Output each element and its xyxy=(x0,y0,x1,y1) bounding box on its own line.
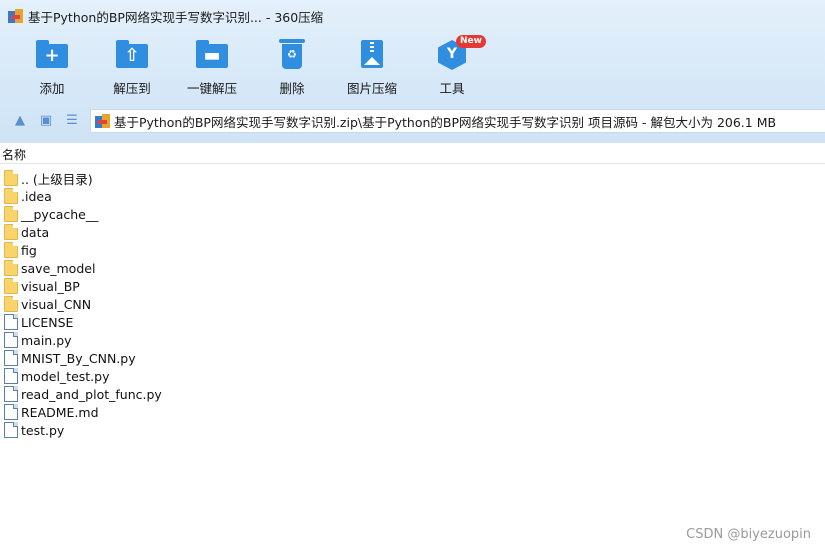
address-bar[interactable]: 基于Python的BP网络实现手写数字识别.zip\基于Python的BP网络实… xyxy=(90,109,825,133)
list-item-name: visual_CNN xyxy=(21,296,92,312)
title-bar: 基于Python的BP网络实现手写数字识别... - 360压缩 xyxy=(0,0,825,32)
folder-icon xyxy=(4,170,18,186)
new-badge: New xyxy=(456,35,486,48)
file-icon xyxy=(4,368,18,384)
list-item[interactable]: visual_BP xyxy=(4,277,404,295)
extract-to-folder-icon: ⇧ xyxy=(116,38,148,70)
list-item[interactable]: model_test.py xyxy=(4,367,404,385)
list-item-name: .idea xyxy=(21,188,52,204)
tools-button[interactable]: Y New 工具 xyxy=(412,34,492,98)
window-chrome: 基于Python的BP网络实现手写数字识别... - 360压缩 + 添加 ⇧ … xyxy=(0,0,825,143)
list-item-name: save_model xyxy=(21,260,96,276)
image-compress-label: 图片压缩 xyxy=(346,81,397,96)
file-icon xyxy=(4,314,18,330)
list-item-name: .. (上级目录) xyxy=(21,171,93,187)
folder-icon xyxy=(4,260,18,276)
one-click-extract-button[interactable]: ▬ 一键解压 xyxy=(172,34,252,98)
list-item-name: LICENSE xyxy=(21,314,74,330)
file-icon xyxy=(4,386,18,402)
image-compress-button[interactable]: 图片压缩 xyxy=(332,34,412,98)
list-item-name: read_and_plot_func.py xyxy=(21,386,162,402)
extract-to-button[interactable]: ⇧ 解压到 xyxy=(92,34,172,98)
image-compress-icon xyxy=(356,38,388,70)
file-icon xyxy=(4,332,18,348)
delete-label: 删除 xyxy=(279,81,305,96)
list-item[interactable]: MNIST_By_CNN.py xyxy=(4,349,404,367)
list-item-name: __pycache__ xyxy=(21,206,99,222)
one-click-extract-icon: ▬ xyxy=(196,38,228,70)
recycle-bin-icon: ♻ xyxy=(276,38,308,70)
add-label: 添加 xyxy=(39,81,65,96)
list-item[interactable]: read_and_plot_func.py xyxy=(4,385,404,403)
add-folder-icon: + xyxy=(36,38,68,70)
list-item[interactable]: .. (上级目录) xyxy=(4,169,404,187)
thumbnail-view-icon[interactable]: ▣ xyxy=(37,113,55,129)
list-item-name: MNIST_By_CNN.py xyxy=(21,350,136,366)
list-item[interactable]: main.py xyxy=(4,331,404,349)
folder-icon xyxy=(4,242,18,258)
folder-icon xyxy=(4,188,18,204)
folder-icon xyxy=(4,224,18,240)
list-item[interactable]: save_model xyxy=(4,259,404,277)
list-item[interactable]: test.py xyxy=(4,421,404,439)
list-view-icon[interactable]: ☰ xyxy=(63,113,81,129)
list-item-name: test.py xyxy=(21,422,65,438)
watermark: CSDN @biyezuopin xyxy=(686,527,811,542)
address-row: ▲ ▣ ☰ 基于Python的BP网络实现手写数字识别.zip\基于Python… xyxy=(0,106,825,136)
one-click-extract-label: 一键解压 xyxy=(186,81,237,96)
list-item-name: main.py xyxy=(21,332,72,348)
list-item[interactable]: visual_CNN xyxy=(4,295,404,313)
360zip-logo-icon xyxy=(8,8,24,24)
list-item[interactable]: README.md xyxy=(4,403,404,421)
extract-to-label: 解压到 xyxy=(113,81,151,96)
list-item[interactable]: __pycache__ xyxy=(4,205,404,223)
list-item-name: visual_BP xyxy=(21,278,80,294)
list-item[interactable]: .idea xyxy=(4,187,404,205)
list-item-name: data xyxy=(21,224,50,240)
column-header-label: 名称 xyxy=(2,148,27,162)
folder-icon xyxy=(4,296,18,312)
file-list: .. (上级目录) .idea __pycache__data fig save_mod… xyxy=(4,169,404,439)
file-icon xyxy=(4,350,18,366)
address-path: 基于Python的BP网络实现手写数字识别.zip\基于Python的BP网络实… xyxy=(114,114,777,130)
add-button[interactable]: + 添加 xyxy=(12,34,92,98)
window-title: 基于Python的BP网络实现手写数字识别... - 360压缩 xyxy=(28,9,324,25)
file-icon xyxy=(4,422,18,438)
delete-button[interactable]: ♻ 删除 xyxy=(252,34,332,98)
list-item-name: model_test.py xyxy=(21,368,110,384)
file-icon xyxy=(4,404,18,420)
list-item-name: README.md xyxy=(21,404,99,420)
list-item[interactable]: fig xyxy=(4,241,404,259)
column-header-name[interactable]: 名称 xyxy=(0,146,825,164)
tools-icon: Y New xyxy=(436,35,486,70)
list-item[interactable]: data xyxy=(4,223,404,241)
list-item-name: fig xyxy=(21,242,37,258)
up-arrow-icon[interactable]: ▲ xyxy=(11,113,29,129)
archive-icon xyxy=(95,113,111,129)
folder-icon xyxy=(4,278,18,294)
folder-icon xyxy=(4,206,18,222)
list-item[interactable]: LICENSE xyxy=(4,313,404,331)
toolbar: + 添加 ⇧ 解压到 ▬ 一键解压 ♻ 删除 图片压缩 Y New 工具 xyxy=(0,34,825,98)
tools-label: 工具 xyxy=(439,81,465,96)
